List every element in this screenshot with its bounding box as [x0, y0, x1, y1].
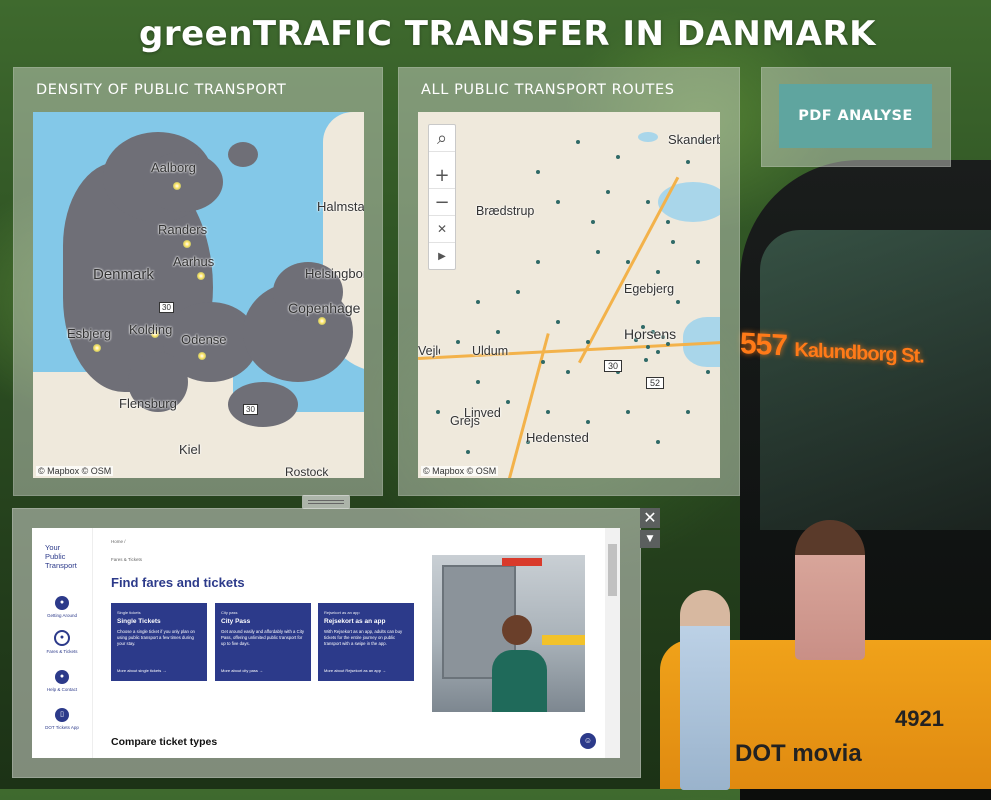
person-background [795, 520, 865, 660]
site-brand[interactable]: Your Public Transport [45, 543, 77, 570]
routes-panel: ALL PUBLIC TRANSPORT ROUTES ⌕ + − ✕ ▶ Sk… [398, 67, 740, 496]
density-map[interactable]: Aalborg Randers Denmark Aarhus Halmstad … [33, 112, 364, 478]
ticket-card-rejsekort[interactable]: Rejsekort as an app Rejsekort as an app … [318, 603, 414, 681]
scrollbar[interactable] [605, 528, 620, 758]
person-background [680, 590, 730, 790]
hotspot [198, 352, 206, 360]
density-panel: DENSITY OF PUBLIC TRANSPORT Aalborg Rand… [13, 67, 383, 496]
help-icon[interactable]: ☺ [580, 733, 596, 749]
density-blob [228, 142, 258, 167]
hotspot [93, 344, 101, 352]
map-label: Vejle [418, 344, 440, 358]
map-label: Flensburg [119, 396, 177, 411]
station-photo [432, 555, 585, 712]
chat-icon: ● [55, 670, 69, 684]
bus-number: 4921 [895, 706, 944, 731]
map-search-icon[interactable]: ⌕ [429, 125, 455, 152]
phone-icon: ▯ [55, 708, 69, 722]
map-label: Horsens [624, 326, 677, 342]
map-label: Hedensted [526, 430, 589, 445]
hotspot [197, 272, 205, 280]
road-shield: 30 [243, 404, 258, 415]
bus-brand-logo: DOT movia [735, 740, 862, 767]
map-label: Grejs [450, 414, 480, 428]
close-icon[interactable]: ✕ [640, 508, 660, 528]
bus-destination-sign: 557 Kalundborg St. [740, 327, 924, 368]
map-label: Egebjerg [624, 282, 675, 296]
card-link[interactable]: More about single tickets → [117, 668, 166, 673]
map-label: Aarhus [173, 254, 215, 269]
map-label: Skanderborg [668, 132, 720, 147]
hotspot [318, 317, 326, 325]
nav-item-fares-tickets[interactable]: ● Fares & Tickets [32, 630, 92, 654]
map-controls: ⌕ + − ✕ ▶ [428, 124, 456, 270]
section-label: Fares & Tickets [111, 557, 143, 562]
map-zoom-in-button[interactable]: + [429, 162, 455, 189]
routes-map[interactable]: ⌕ + − ✕ ▶ Skanderborg Brædstrup Egebjerg… [418, 112, 720, 478]
map-label: Kiel [179, 442, 201, 457]
hotspot [183, 240, 191, 248]
card-link[interactable]: More about Rejsekort as an app → [324, 668, 386, 673]
map-label: Rostock [285, 465, 329, 478]
map-label: Kolding [129, 322, 173, 337]
nav-item-help-contact[interactable]: ● Help & Contact [32, 670, 92, 692]
hotspot [173, 182, 181, 190]
density-blob [228, 382, 298, 427]
chevron-down-icon[interactable]: ▼ [640, 530, 660, 548]
map-label: Uldum [472, 344, 509, 358]
map-label: Halmstad [317, 199, 364, 214]
map-attribution: © Mapbox © OSM [421, 466, 499, 476]
nav-item-dot-tickets-app[interactable]: ▯ DOT Tickets App [32, 708, 92, 730]
breadcrumb[interactable]: Home / [111, 539, 126, 544]
embedded-webpage: Your Public Transport ● Getting Around ●… [32, 528, 620, 758]
pdf-analyse-button[interactable]: PDF ANALYSE [779, 84, 932, 148]
resize-handle[interactable] [302, 495, 350, 509]
map-label: Helsingborg [305, 266, 364, 281]
map-pin-icon[interactable]: ✕ [429, 216, 455, 243]
page-title: greenTRAFIC TRANSFER IN DANMARK [139, 14, 876, 54]
card-link[interactable]: More about city pass → [221, 668, 263, 673]
map-label: Brædstrup [476, 204, 535, 218]
map-label: Odense [181, 332, 227, 347]
nav-item-getting-around[interactable]: ● Getting Around [32, 596, 92, 618]
road-shield: 30 [159, 302, 174, 313]
scrollbar-thumb[interactable] [608, 544, 617, 596]
compare-heading: Compare ticket types [111, 736, 218, 748]
density-panel-title: DENSITY OF PUBLIC TRANSPORT [36, 82, 287, 98]
map-label: Copenhage [288, 300, 361, 316]
ticket-card-single[interactable]: Single tickets Single Tickets Choose a s… [111, 603, 207, 681]
map-label: Aalborg [151, 160, 196, 175]
map-zoom-out-button[interactable]: − [429, 189, 455, 216]
compass-icon: ● [55, 596, 69, 610]
ticket-card-city-pass[interactable]: City pass City Pass Get around easily an… [215, 603, 311, 681]
map-attribution: © Mapbox © OSM [36, 466, 114, 476]
site-sidebar: Your Public Transport ● Getting Around ●… [32, 528, 93, 758]
page-heading: Find fares and tickets [111, 575, 245, 590]
ticket-icon: ● [54, 630, 70, 646]
map-label: Denmark [93, 266, 154, 283]
road-shield: 52 [646, 377, 665, 389]
routes-panel-title: ALL PUBLIC TRANSPORT ROUTES [421, 82, 675, 98]
map-label: Esbjerg [67, 326, 112, 341]
map-label: Randers [158, 222, 208, 237]
road-shield: 30 [604, 360, 623, 372]
map-play-icon[interactable]: ▶ [429, 243, 455, 269]
